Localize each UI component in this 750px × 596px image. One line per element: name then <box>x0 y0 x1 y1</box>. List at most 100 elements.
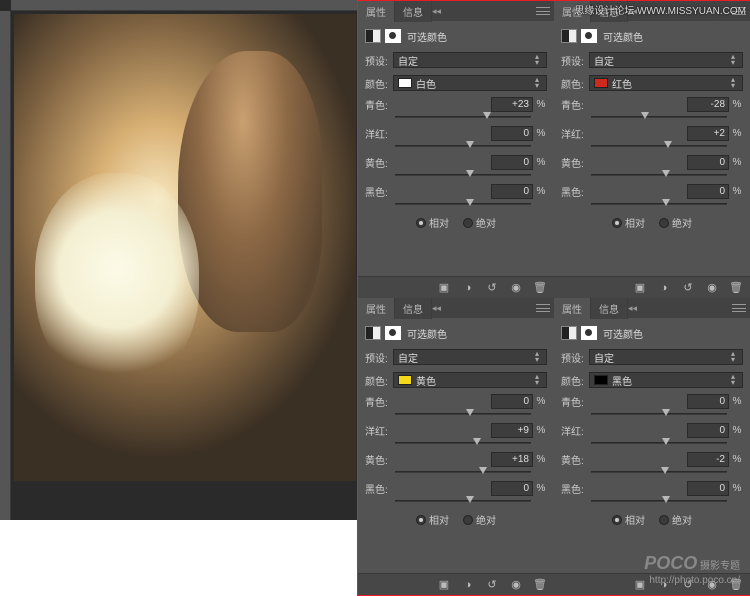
slider-track[interactable] <box>591 141 741 151</box>
radio-relative[interactable]: 相对 <box>416 512 449 527</box>
slider-track[interactable] <box>395 496 545 506</box>
slider-value-input[interactable] <box>687 126 729 141</box>
adjustment-icon[interactable] <box>365 326 381 340</box>
slider-thumb[interactable] <box>664 141 672 148</box>
adjustment-icon[interactable] <box>561 29 577 43</box>
slider-value-input[interactable] <box>687 155 729 170</box>
tab-info[interactable]: 信息 <box>395 1 432 22</box>
clip-icon[interactable]: ▣ <box>436 578 452 592</box>
preset-dropdown[interactable]: 自定 ▴▾ <box>589 52 743 68</box>
slider-track[interactable] <box>395 438 545 448</box>
tab-info[interactable]: 信息 <box>395 298 432 319</box>
tab-properties[interactable]: 属性 <box>358 298 395 319</box>
slider-thumb[interactable] <box>466 199 474 206</box>
clip-icon[interactable]: ▣ <box>436 281 452 295</box>
preset-dropdown[interactable]: 自定 ▴▾ <box>589 349 743 365</box>
slider-thumb[interactable] <box>662 199 670 206</box>
document-image[interactable] <box>14 14 356 481</box>
view-previous-icon[interactable]: ◑ <box>460 281 476 295</box>
slider-value-input[interactable] <box>687 423 729 438</box>
slider-value-input[interactable] <box>687 184 729 199</box>
reset-icon[interactable]: ↺ <box>484 281 500 295</box>
slider-thumb[interactable] <box>661 467 669 474</box>
slider-value-input[interactable] <box>687 394 729 409</box>
trash-icon[interactable]: 🗑 <box>532 578 548 592</box>
radio-absolute[interactable]: 绝对 <box>463 512 496 527</box>
collapse-icon[interactable]: ◂◂ <box>432 303 441 314</box>
slider-value-input[interactable] <box>491 155 533 170</box>
reset-icon[interactable]: ↺ <box>680 281 696 295</box>
tab-properties[interactable]: 属性 <box>554 298 591 319</box>
slider-value-input[interactable] <box>491 452 533 467</box>
color-dropdown[interactable]: 黑色 ▴▾ <box>589 372 743 388</box>
slider-thumb[interactable] <box>473 438 481 445</box>
slider-track[interactable] <box>395 409 545 419</box>
color-dropdown[interactable]: 红色 ▴▾ <box>589 75 743 91</box>
radio-absolute[interactable]: 绝对 <box>659 215 692 230</box>
reset-icon[interactable]: ↺ <box>484 578 500 592</box>
collapse-icon[interactable]: ◂◂ <box>628 303 637 314</box>
radio-relative[interactable]: 相对 <box>612 215 645 230</box>
slider-value-input[interactable] <box>687 452 729 467</box>
slider-value-input[interactable] <box>687 481 729 496</box>
trash-icon[interactable]: 🗑 <box>532 281 548 295</box>
visibility-icon[interactable]: ◉ <box>704 281 720 295</box>
slider-track[interactable] <box>591 467 741 477</box>
mask-icon[interactable] <box>581 326 597 340</box>
slider-track[interactable] <box>591 496 741 506</box>
slider-thumb[interactable] <box>483 112 491 119</box>
mask-icon[interactable] <box>581 29 597 43</box>
adjustment-icon[interactable] <box>561 326 577 340</box>
radio-absolute[interactable]: 绝对 <box>659 512 692 527</box>
visibility-icon[interactable]: ◉ <box>508 578 524 592</box>
slider-thumb[interactable] <box>466 496 474 503</box>
slider-track[interactable] <box>591 170 741 180</box>
slider-thumb[interactable] <box>466 409 474 416</box>
slider-thumb[interactable] <box>466 141 474 148</box>
slider-track[interactable] <box>395 467 545 477</box>
slider-thumb[interactable] <box>662 496 670 503</box>
radio-absolute[interactable]: 绝对 <box>463 215 496 230</box>
radio-relative[interactable]: 相对 <box>416 215 449 230</box>
clip-icon[interactable]: ▣ <box>632 281 648 295</box>
slider-value-input[interactable] <box>687 97 729 112</box>
tab-info[interactable]: 信息 <box>591 298 628 319</box>
collapse-icon[interactable]: ◂◂ <box>432 6 441 17</box>
visibility-icon[interactable]: ◉ <box>508 281 524 295</box>
radio-relative[interactable]: 相对 <box>612 512 645 527</box>
slider-value-input[interactable] <box>491 481 533 496</box>
preset-dropdown[interactable]: 自定 ▴▾ <box>393 52 547 68</box>
slider-thumb[interactable] <box>662 409 670 416</box>
slider-thumb[interactable] <box>662 438 670 445</box>
view-previous-icon[interactable]: ◑ <box>460 578 476 592</box>
slider-track[interactable] <box>591 199 741 209</box>
slider-value-input[interactable] <box>491 97 533 112</box>
slider-track[interactable] <box>395 170 545 180</box>
slider-value-input[interactable] <box>491 126 533 141</box>
slider-value-input[interactable] <box>491 394 533 409</box>
slider-track[interactable] <box>591 112 741 122</box>
slider-track[interactable] <box>395 141 545 151</box>
adjustment-icon[interactable] <box>365 29 381 43</box>
slider-value-input[interactable] <box>491 184 533 199</box>
slider-track[interactable] <box>395 199 545 209</box>
panel-menu-icon[interactable] <box>536 302 550 314</box>
panel-menu-icon[interactable] <box>732 302 746 314</box>
mask-icon[interactable] <box>385 29 401 43</box>
slider-thumb[interactable] <box>662 170 670 177</box>
slider-thumb[interactable] <box>479 467 487 474</box>
slider-track[interactable] <box>591 438 741 448</box>
slider-value-input[interactable] <box>491 423 533 438</box>
slider-thumb[interactable] <box>641 112 649 119</box>
trash-icon[interactable]: 🗑 <box>728 281 744 295</box>
mask-icon[interactable] <box>385 326 401 340</box>
slider-track[interactable] <box>395 112 545 122</box>
view-previous-icon[interactable]: ◑ <box>656 281 672 295</box>
color-dropdown[interactable]: 黄色 ▴▾ <box>393 372 547 388</box>
slider-thumb[interactable] <box>466 170 474 177</box>
slider-track[interactable] <box>591 409 741 419</box>
panel-menu-icon[interactable] <box>536 5 550 17</box>
preset-dropdown[interactable]: 自定 ▴▾ <box>393 349 547 365</box>
tab-properties[interactable]: 属性 <box>358 1 395 22</box>
color-dropdown[interactable]: 白色 ▴▾ <box>393 75 547 91</box>
